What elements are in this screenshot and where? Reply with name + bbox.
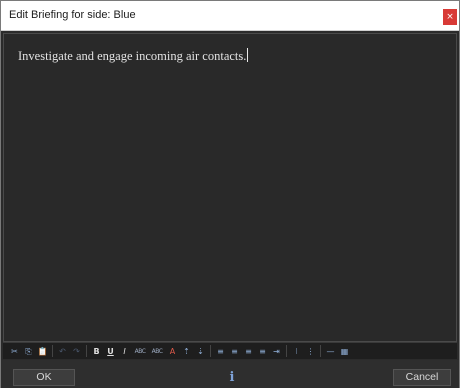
bold-icon[interactable]: B <box>91 345 102 358</box>
editor-content[interactable]: Investigate and engage incoming air cont… <box>18 48 249 64</box>
justify-icon[interactable]: ≡ <box>257 345 268 358</box>
list-icon[interactable]: ⁝ <box>291 345 302 358</box>
horizontal-rule-icon[interactable]: — <box>325 345 336 358</box>
dialog-footer: OK i Cancel <box>1 360 459 388</box>
toolbar-divider <box>86 345 87 357</box>
formatting-toolbar: ✂ ⎘ 📋 ↶ ↷ B U I ABC ABC A ⇡ ⇣ ≡ ≡ ≡ ≡ ⇥ … <box>3 342 457 359</box>
sort-descending-icon[interactable]: ⇣ <box>195 345 206 358</box>
title-bar[interactable]: Edit Briefing for side: Blue × <box>1 1 459 31</box>
indent-icon[interactable]: ⇥ <box>271 345 282 358</box>
paste-icon[interactable]: 📋 <box>37 345 48 358</box>
italic-icon[interactable]: I <box>119 345 130 358</box>
bulleted-list-icon[interactable]: ⋮ <box>305 345 316 358</box>
info-icon[interactable]: i <box>229 369 235 386</box>
text-caret <box>247 48 249 62</box>
ok-button[interactable]: OK <box>13 369 75 386</box>
briefing-dialog: Edit Briefing for side: Blue × Investiga… <box>0 0 460 388</box>
briefing-text-editor[interactable]: Investigate and engage incoming air cont… <box>3 33 457 342</box>
toolbar-divider <box>52 345 53 357</box>
sort-ascending-icon[interactable]: ⇡ <box>181 345 192 358</box>
cut-icon[interactable]: ✂ <box>9 345 20 358</box>
cancel-button[interactable]: Cancel <box>393 369 451 386</box>
align-center-icon[interactable]: ≡ <box>229 345 240 358</box>
close-button[interactable]: × <box>443 9 457 25</box>
underline-icon[interactable]: U <box>105 345 116 358</box>
strikethrough-icon[interactable]: ABC <box>133 345 147 358</box>
text-color-icon[interactable]: A <box>167 345 178 358</box>
window-title: Edit Briefing for side: Blue <box>9 9 136 21</box>
toolbar-divider <box>320 345 321 357</box>
redo-icon[interactable]: ↷ <box>71 345 82 358</box>
align-right-icon[interactable]: ≡ <box>243 345 254 358</box>
toolbar-divider <box>210 345 211 357</box>
font-size-icon[interactable]: ABC <box>150 345 164 358</box>
toolbar-divider <box>286 345 287 357</box>
briefing-text: Investigate and engage incoming air cont… <box>18 49 247 63</box>
copy-icon[interactable]: ⎘ <box>23 345 34 358</box>
align-left-icon[interactable]: ≡ <box>215 345 226 358</box>
undo-icon[interactable]: ↶ <box>57 345 68 358</box>
table-icon[interactable]: ▦ <box>339 345 350 358</box>
